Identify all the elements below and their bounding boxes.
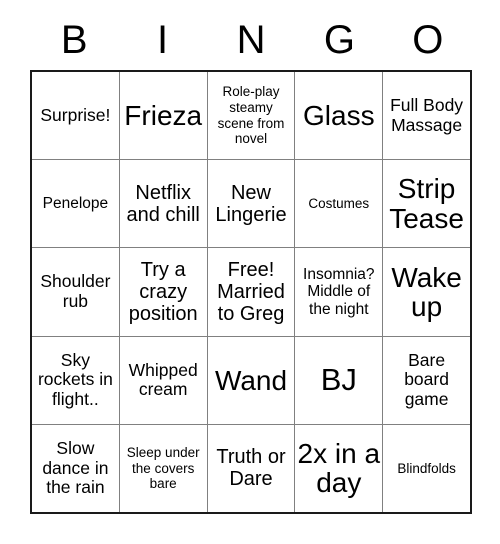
bingo-row: Sky rockets in flight.. Whipped cream Wa…	[32, 336, 470, 425]
bingo-cell[interactable]: Netflix and chill	[120, 160, 208, 248]
bingo-cell-label: Sky rockets in flight..	[37, 349, 113, 409]
bingo-cell-label: Frieza	[124, 99, 203, 131]
bingo-row: Penelope Netflix and chill New Lingerie …	[32, 160, 470, 249]
bingo-row: Slow dance in the rain Sleep under the c…	[32, 424, 470, 513]
bingo-header-letter-n: N	[236, 18, 266, 62]
bingo-cell-label: Role-play steamy scene from novel	[217, 84, 285, 147]
bingo-cell[interactable]: Bare board game	[383, 337, 470, 424]
bingo-cell-label: Shoulder rub	[40, 271, 111, 311]
bingo-header-letter-b: B	[60, 18, 88, 62]
bingo-cell[interactable]: 2x in a day	[295, 424, 384, 513]
bingo-row: Shoulder rub Try a crazy position Free! …	[32, 248, 470, 337]
bingo-row: Surprise! Frieza Role-play steamy scene …	[32, 72, 470, 161]
bingo-cell[interactable]: Strip Tease	[383, 160, 470, 247]
bingo-cell[interactable]: Role-play steamy scene from novel	[208, 72, 296, 160]
bingo-grid: Surprise! Frieza Role-play steamy scene …	[30, 70, 472, 514]
bingo-cell-label: Glass	[303, 99, 375, 131]
bingo-cell-label: Strip Tease	[389, 173, 464, 234]
bingo-cell-label: Whipped cream	[128, 359, 198, 400]
bingo-cell[interactable]: Insomnia? Middle of the night	[295, 248, 384, 336]
bingo-cell[interactable]: Wake up	[383, 248, 470, 335]
bingo-cell[interactable]: Truth or Dare	[208, 424, 296, 513]
bingo-cell-label: Wake up	[391, 261, 462, 322]
bingo-cell[interactable]: Slow dance in the rain	[32, 424, 120, 513]
bingo-cell-label: Penelope	[42, 194, 109, 212]
bingo-cell-label: Insomnia? Middle of the night	[303, 265, 375, 318]
bingo-cell[interactable]: Sky rockets in flight..	[32, 336, 120, 424]
bingo-cell-label: Costumes	[308, 195, 370, 211]
bingo-header-letter-g: G	[323, 18, 355, 62]
bingo-cell-label: Wand	[214, 364, 288, 396]
bingo-cell[interactable]: Shoulder rub	[32, 248, 120, 336]
bingo-cell[interactable]: Surprise!	[32, 72, 120, 160]
bingo-cell-label: Full Body Massage	[390, 95, 464, 135]
bingo-card: B I N G O Surprise! Frieza Role-play ste…	[0, 0, 500, 544]
bingo-cell[interactable]: Costumes	[295, 160, 384, 248]
bingo-header-letter-i: I	[157, 18, 169, 62]
bingo-header: B I N G O	[30, 14, 472, 66]
bingo-cell[interactable]: Full Body Massage	[383, 72, 470, 159]
bingo-cell-label: Free! Married to Greg	[217, 259, 285, 325]
bingo-cell-free[interactable]: Free! Married to Greg	[208, 248, 296, 336]
bingo-cell-label: 2x in a day	[297, 438, 381, 499]
bingo-cell[interactable]: Whipped cream	[120, 336, 208, 424]
bingo-cell-label: Slow dance in the rain	[42, 438, 109, 498]
bingo-cell-label: Bare board game	[404, 349, 449, 409]
bingo-cell-label: Sleep under the covers bare	[126, 444, 200, 492]
bingo-cell-label: Surprise!	[40, 104, 111, 125]
bingo-cell-label: Truth or Dare	[216, 446, 286, 491]
bingo-cell[interactable]: Sleep under the covers bare	[120, 424, 208, 513]
bingo-cell[interactable]: BJ	[295, 336, 384, 424]
bingo-cell-label: Blindfolds	[397, 460, 456, 476]
bingo-header-letter-o: O	[412, 18, 444, 62]
bingo-cell[interactable]: Wand	[208, 336, 296, 424]
bingo-cell[interactable]: Try a crazy position	[120, 248, 208, 336]
bingo-cell[interactable]: Penelope	[32, 160, 120, 248]
bingo-cell-label: BJ	[320, 362, 357, 398]
bingo-cell[interactable]: Frieza	[120, 72, 208, 160]
bingo-cell[interactable]: Glass	[295, 72, 384, 160]
bingo-cell[interactable]: New Lingerie	[208, 160, 296, 248]
bingo-cell-label: Netflix and chill	[126, 181, 200, 226]
bingo-cell-label: New Lingerie	[215, 181, 287, 226]
bingo-cell[interactable]: Blindfolds	[383, 425, 470, 512]
bingo-cell-label: Try a crazy position	[128, 259, 198, 325]
